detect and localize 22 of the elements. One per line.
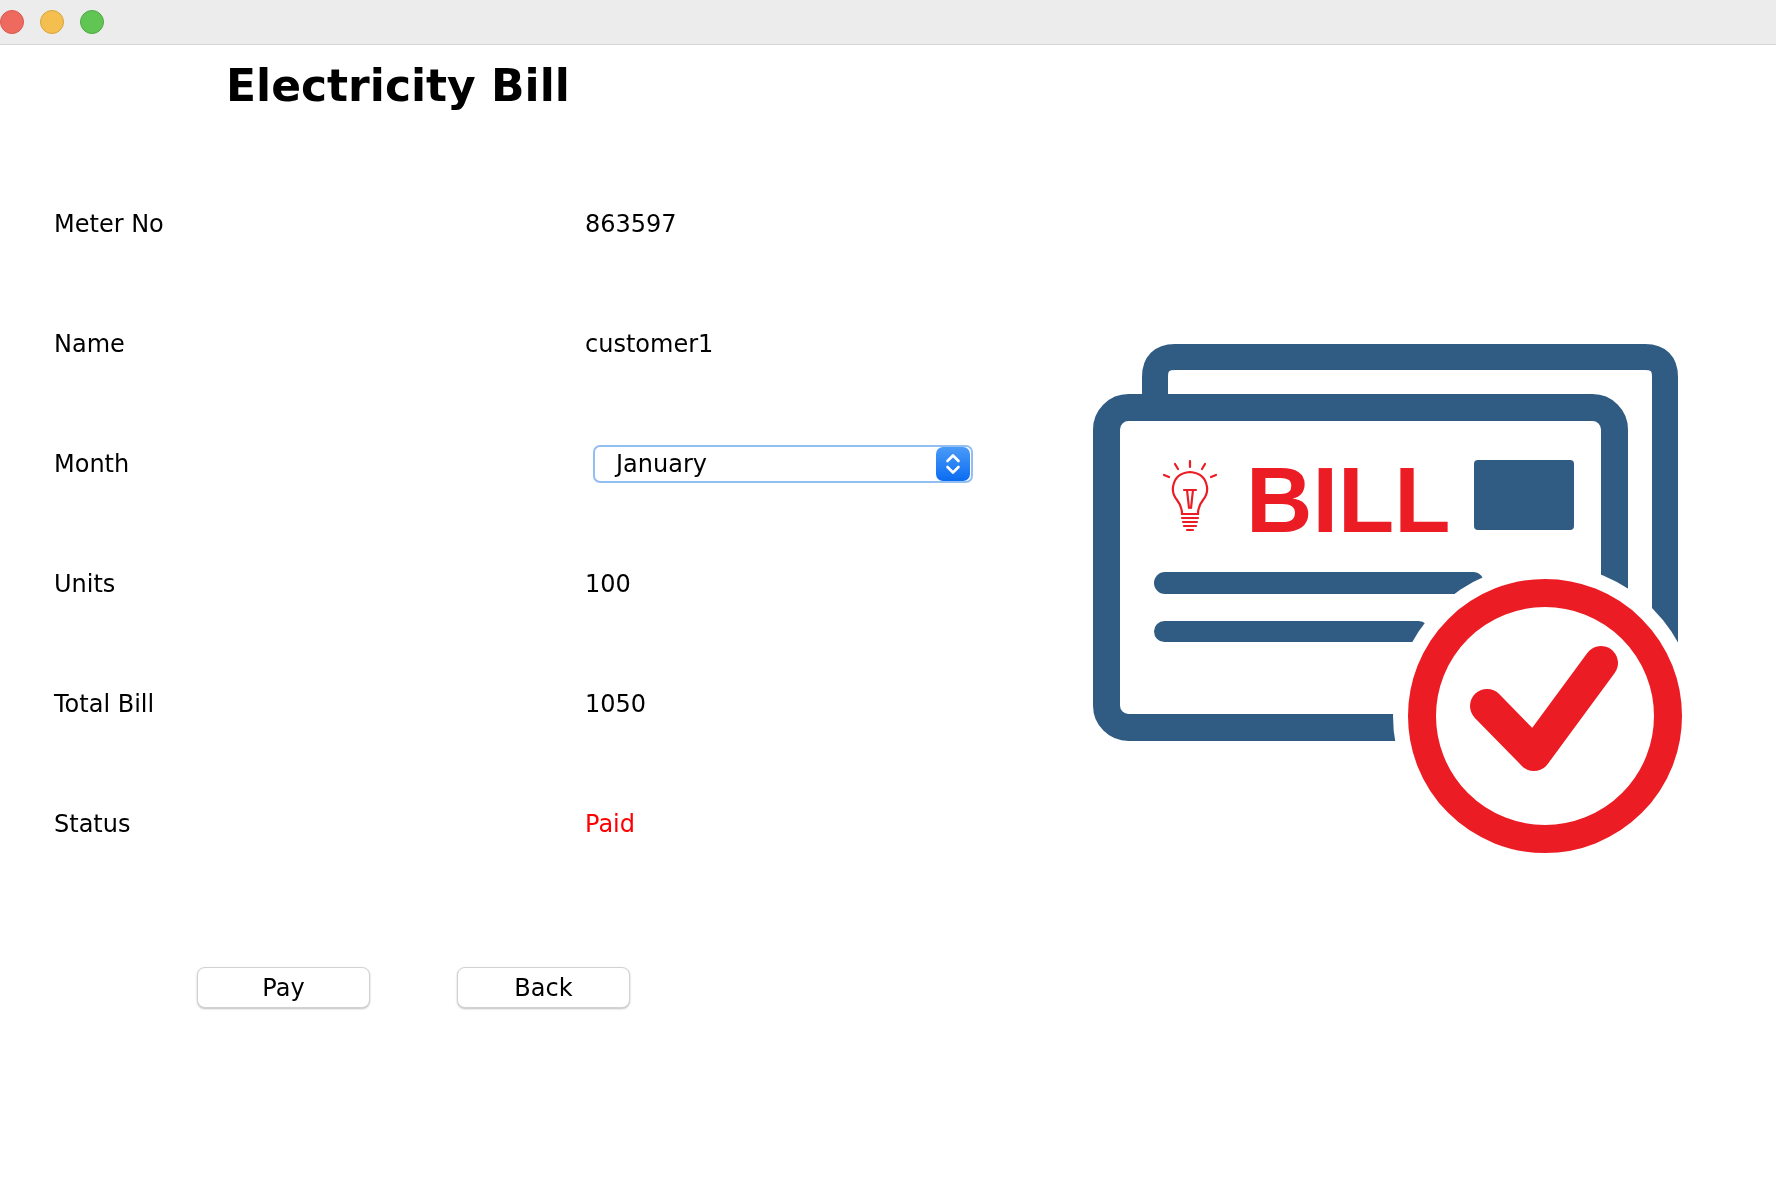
select-dropdown[interactable]: January	[593, 445, 973, 483]
chevron-up-down-icon	[936, 447, 970, 481]
field-label: Name	[54, 330, 125, 358]
close-button[interactable]	[0, 10, 24, 34]
bill-label: BILL	[1246, 449, 1451, 551]
lightbulb-icon	[1162, 459, 1218, 532]
check-circle-icon	[1408, 579, 1682, 853]
field-label: Month	[54, 450, 130, 478]
field-label: Meter No	[54, 210, 164, 238]
field-label: Units	[54, 570, 116, 598]
maximize-button[interactable]	[80, 10, 104, 34]
field-label: Status	[54, 810, 131, 838]
pay-button[interactable]: Pay	[197, 967, 370, 1008]
back-button[interactable]: Back	[457, 967, 630, 1008]
field-value: 863597	[585, 209, 677, 240]
field-value: 100	[585, 569, 631, 600]
field-value: customer1	[585, 329, 714, 360]
field-value: 1050	[585, 689, 647, 720]
page-title: Electricity Bill	[226, 64, 570, 108]
field-value: Paid	[585, 809, 635, 840]
field-label: Total Bill	[54, 690, 155, 718]
minimize-button[interactable]	[40, 10, 64, 34]
